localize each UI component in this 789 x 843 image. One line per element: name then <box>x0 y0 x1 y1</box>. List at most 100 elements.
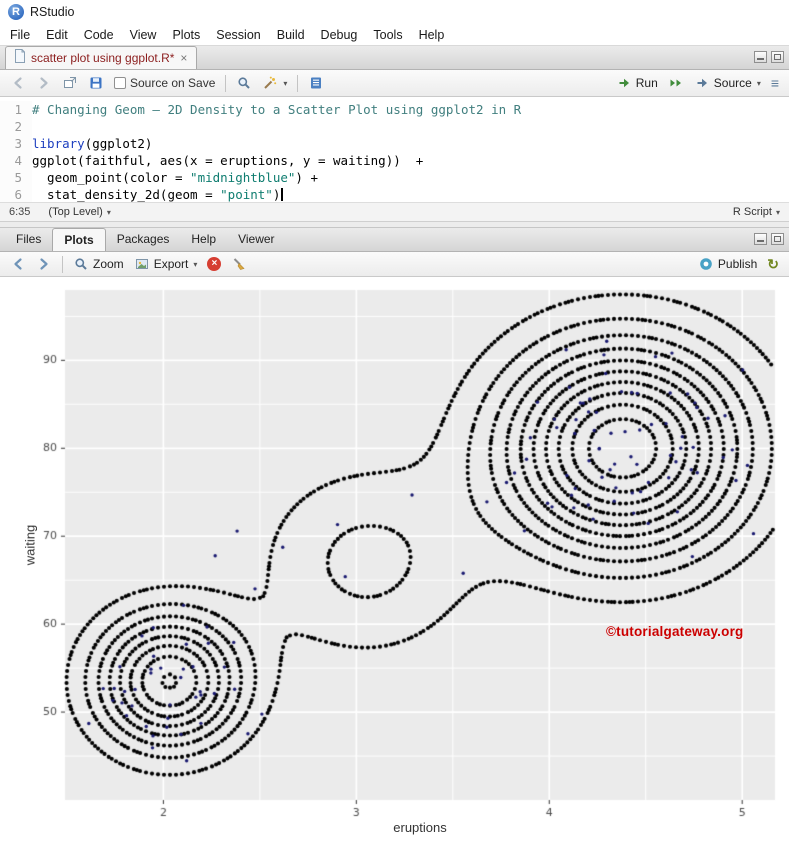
pane-window-controls <box>754 233 784 245</box>
menu-file[interactable]: File <box>2 26 38 44</box>
source-on-save-toggle[interactable]: Source on Save <box>110 74 219 92</box>
menu-help[interactable]: Help <box>411 26 453 44</box>
text-cursor <box>281 188 283 201</box>
menu-debug[interactable]: Debug <box>313 26 366 44</box>
source-tabbar: scatter plot using ggplot.R* × <box>0 46 789 70</box>
density-plot-canvas <box>0 277 789 843</box>
chevron-down-icon: ▾ <box>775 207 780 217</box>
tab-files[interactable]: Files <box>5 228 52 251</box>
minimize-pane-icon[interactable] <box>754 51 767 63</box>
run-button[interactable]: Run <box>612 73 662 93</box>
tab-help[interactable]: Help <box>180 228 227 251</box>
source-tab[interactable]: scatter plot using ggplot.R* × <box>5 46 198 69</box>
menu-session[interactable]: Session <box>208 26 268 44</box>
cursor-position: 6:35 <box>9 206 31 218</box>
menu-view[interactable]: View <box>122 26 165 44</box>
code-line[interactable]: 1 # Changing Geom – 2D Density to a Scatt… <box>0 101 789 118</box>
source-pane: scatter plot using ggplot.R* × Source on… <box>0 46 789 221</box>
line-number: 2 <box>0 118 32 135</box>
line-number: 5 <box>0 169 32 186</box>
compile-report-icon[interactable] <box>304 73 328 93</box>
scope-selector[interactable]: (Top Level) ▾ <box>48 206 110 218</box>
plot-area: eruptions waiting ©tutorialgateway.org <box>0 277 789 843</box>
line-number: 3 <box>0 135 32 152</box>
source-tab-label: scatter plot using ggplot.R* <box>31 50 175 65</box>
publish-button[interactable]: Publish <box>694 254 761 274</box>
export-button[interactable]: Export ▾ <box>130 254 202 274</box>
line-number: 1 <box>0 101 32 118</box>
source-toolbar: Source on Save ▾ Run Source ▾ ≡ <box>0 70 789 97</box>
previous-plot-icon[interactable] <box>6 254 30 274</box>
code-text: library(ggplot2) <box>32 136 153 151</box>
open-new-window-icon[interactable] <box>58 73 82 93</box>
tab-plots[interactable]: Plots <box>52 228 106 251</box>
menu-tools[interactable]: Tools <box>365 26 410 44</box>
y-axis-title: waiting <box>22 524 38 566</box>
refresh-icon[interactable]: ↻ <box>763 254 783 275</box>
remove-plot-icon: × <box>207 257 222 271</box>
export-label: Export <box>153 257 189 271</box>
bottom-tabbar: Files Plots Packages Help Viewer <box>0 228 789 252</box>
code-editor[interactable]: 1 # Changing Geom – 2D Density to a Scatt… <box>0 97 789 202</box>
menu-build[interactable]: Build <box>269 26 313 44</box>
menu-plots[interactable]: Plots <box>164 26 208 44</box>
pane-window-controls <box>754 51 784 63</box>
menu-edit[interactable]: Edit <box>38 26 76 44</box>
line-number: 6 <box>0 186 32 202</box>
next-plot-icon[interactable] <box>32 254 56 274</box>
back-icon[interactable] <box>6 73 30 93</box>
code-line[interactable]: 2 <box>0 118 789 135</box>
save-icon[interactable] <box>84 73 108 93</box>
zoom-label: Zoom <box>93 257 124 271</box>
run-label: Run <box>635 76 658 90</box>
code-tools-icon[interactable]: ▾ <box>258 73 291 93</box>
file-type-label: R Script <box>732 206 772 218</box>
plots-toolbar: Zoom Export ▾ × Publish ↻ <box>0 252 789 277</box>
menu-code[interactable]: Code <box>76 26 122 44</box>
code-text: geom_point(color = "midnightblue") + <box>32 170 318 185</box>
rstudio-logo-icon: R <box>8 4 24 20</box>
plots-pane: Files Plots Packages Help Viewer Zoom Export… <box>0 228 789 843</box>
find-replace-icon[interactable] <box>232 73 256 93</box>
source-on-save-checkbox[interactable] <box>114 77 126 89</box>
menubar: File Edit Code View Plots Session Build Debug To… <box>0 24 789 46</box>
maximize-pane-icon[interactable] <box>771 51 784 63</box>
code-text: stat_density_2d(geom = "point") <box>32 186 283 202</box>
toolbar-separator <box>225 74 227 92</box>
source-button[interactable]: Source ▾ <box>690 73 765 93</box>
watermark: ©tutorialgateway.org <box>606 624 744 639</box>
line-number: 4 <box>0 152 32 169</box>
code-text: # Changing Geom – 2D Density to a Scatte… <box>32 102 522 117</box>
minimize-pane-icon[interactable] <box>754 233 767 245</box>
chevron-down-icon: ▾ <box>283 78 288 88</box>
pane-splitter[interactable] <box>0 221 789 228</box>
remove-plot-button[interactable]: × <box>203 255 225 273</box>
code-line[interactable]: 3 library(ggplot2) <box>0 135 789 152</box>
file-type-selector[interactable]: R Script ▾ <box>733 206 780 218</box>
code-line[interactable]: 4 ggplot(faithful, aes(x = eruptions, y =… <box>0 152 789 169</box>
document-icon <box>14 49 26 66</box>
x-axis-title: eruptions <box>393 820 447 835</box>
tab-packages[interactable]: Packages <box>106 228 181 251</box>
chevron-down-icon: ▾ <box>756 78 761 88</box>
toolbar-separator <box>62 255 63 273</box>
close-tab-icon[interactable]: × <box>179 52 188 64</box>
forward-icon[interactable] <box>32 73 56 93</box>
bottom-tabbar-tabs: Files Plots Packages Help Viewer <box>5 228 286 251</box>
source-on-save-label: Source on Save <box>130 76 216 90</box>
code-text: ggplot(faithful, aes(x = eruptions, y = … <box>32 153 424 168</box>
tab-viewer[interactable]: Viewer <box>227 228 285 251</box>
clear-all-plots-icon[interactable] <box>227 254 251 274</box>
code-line[interactable]: 5 geom_point(color = "midnightblue") + <box>0 169 789 186</box>
source-label: Source <box>713 76 752 90</box>
maximize-pane-icon[interactable] <box>771 233 784 245</box>
titlebar: R RStudio <box>0 0 789 24</box>
code-line[interactable]: 6 stat_density_2d(geom = "point") <box>0 186 789 202</box>
chevron-down-icon: ▾ <box>193 259 198 269</box>
window-title: RStudio <box>30 5 75 19</box>
publish-label: Publish <box>717 257 758 271</box>
document-outline-icon[interactable]: ≡ <box>767 73 783 93</box>
zoom-button[interactable]: Zoom <box>69 254 128 274</box>
rerun-icon[interactable] <box>664 73 688 93</box>
editor-statusbar: 6:35 (Top Level) ▾ R Script ▾ <box>0 202 789 221</box>
